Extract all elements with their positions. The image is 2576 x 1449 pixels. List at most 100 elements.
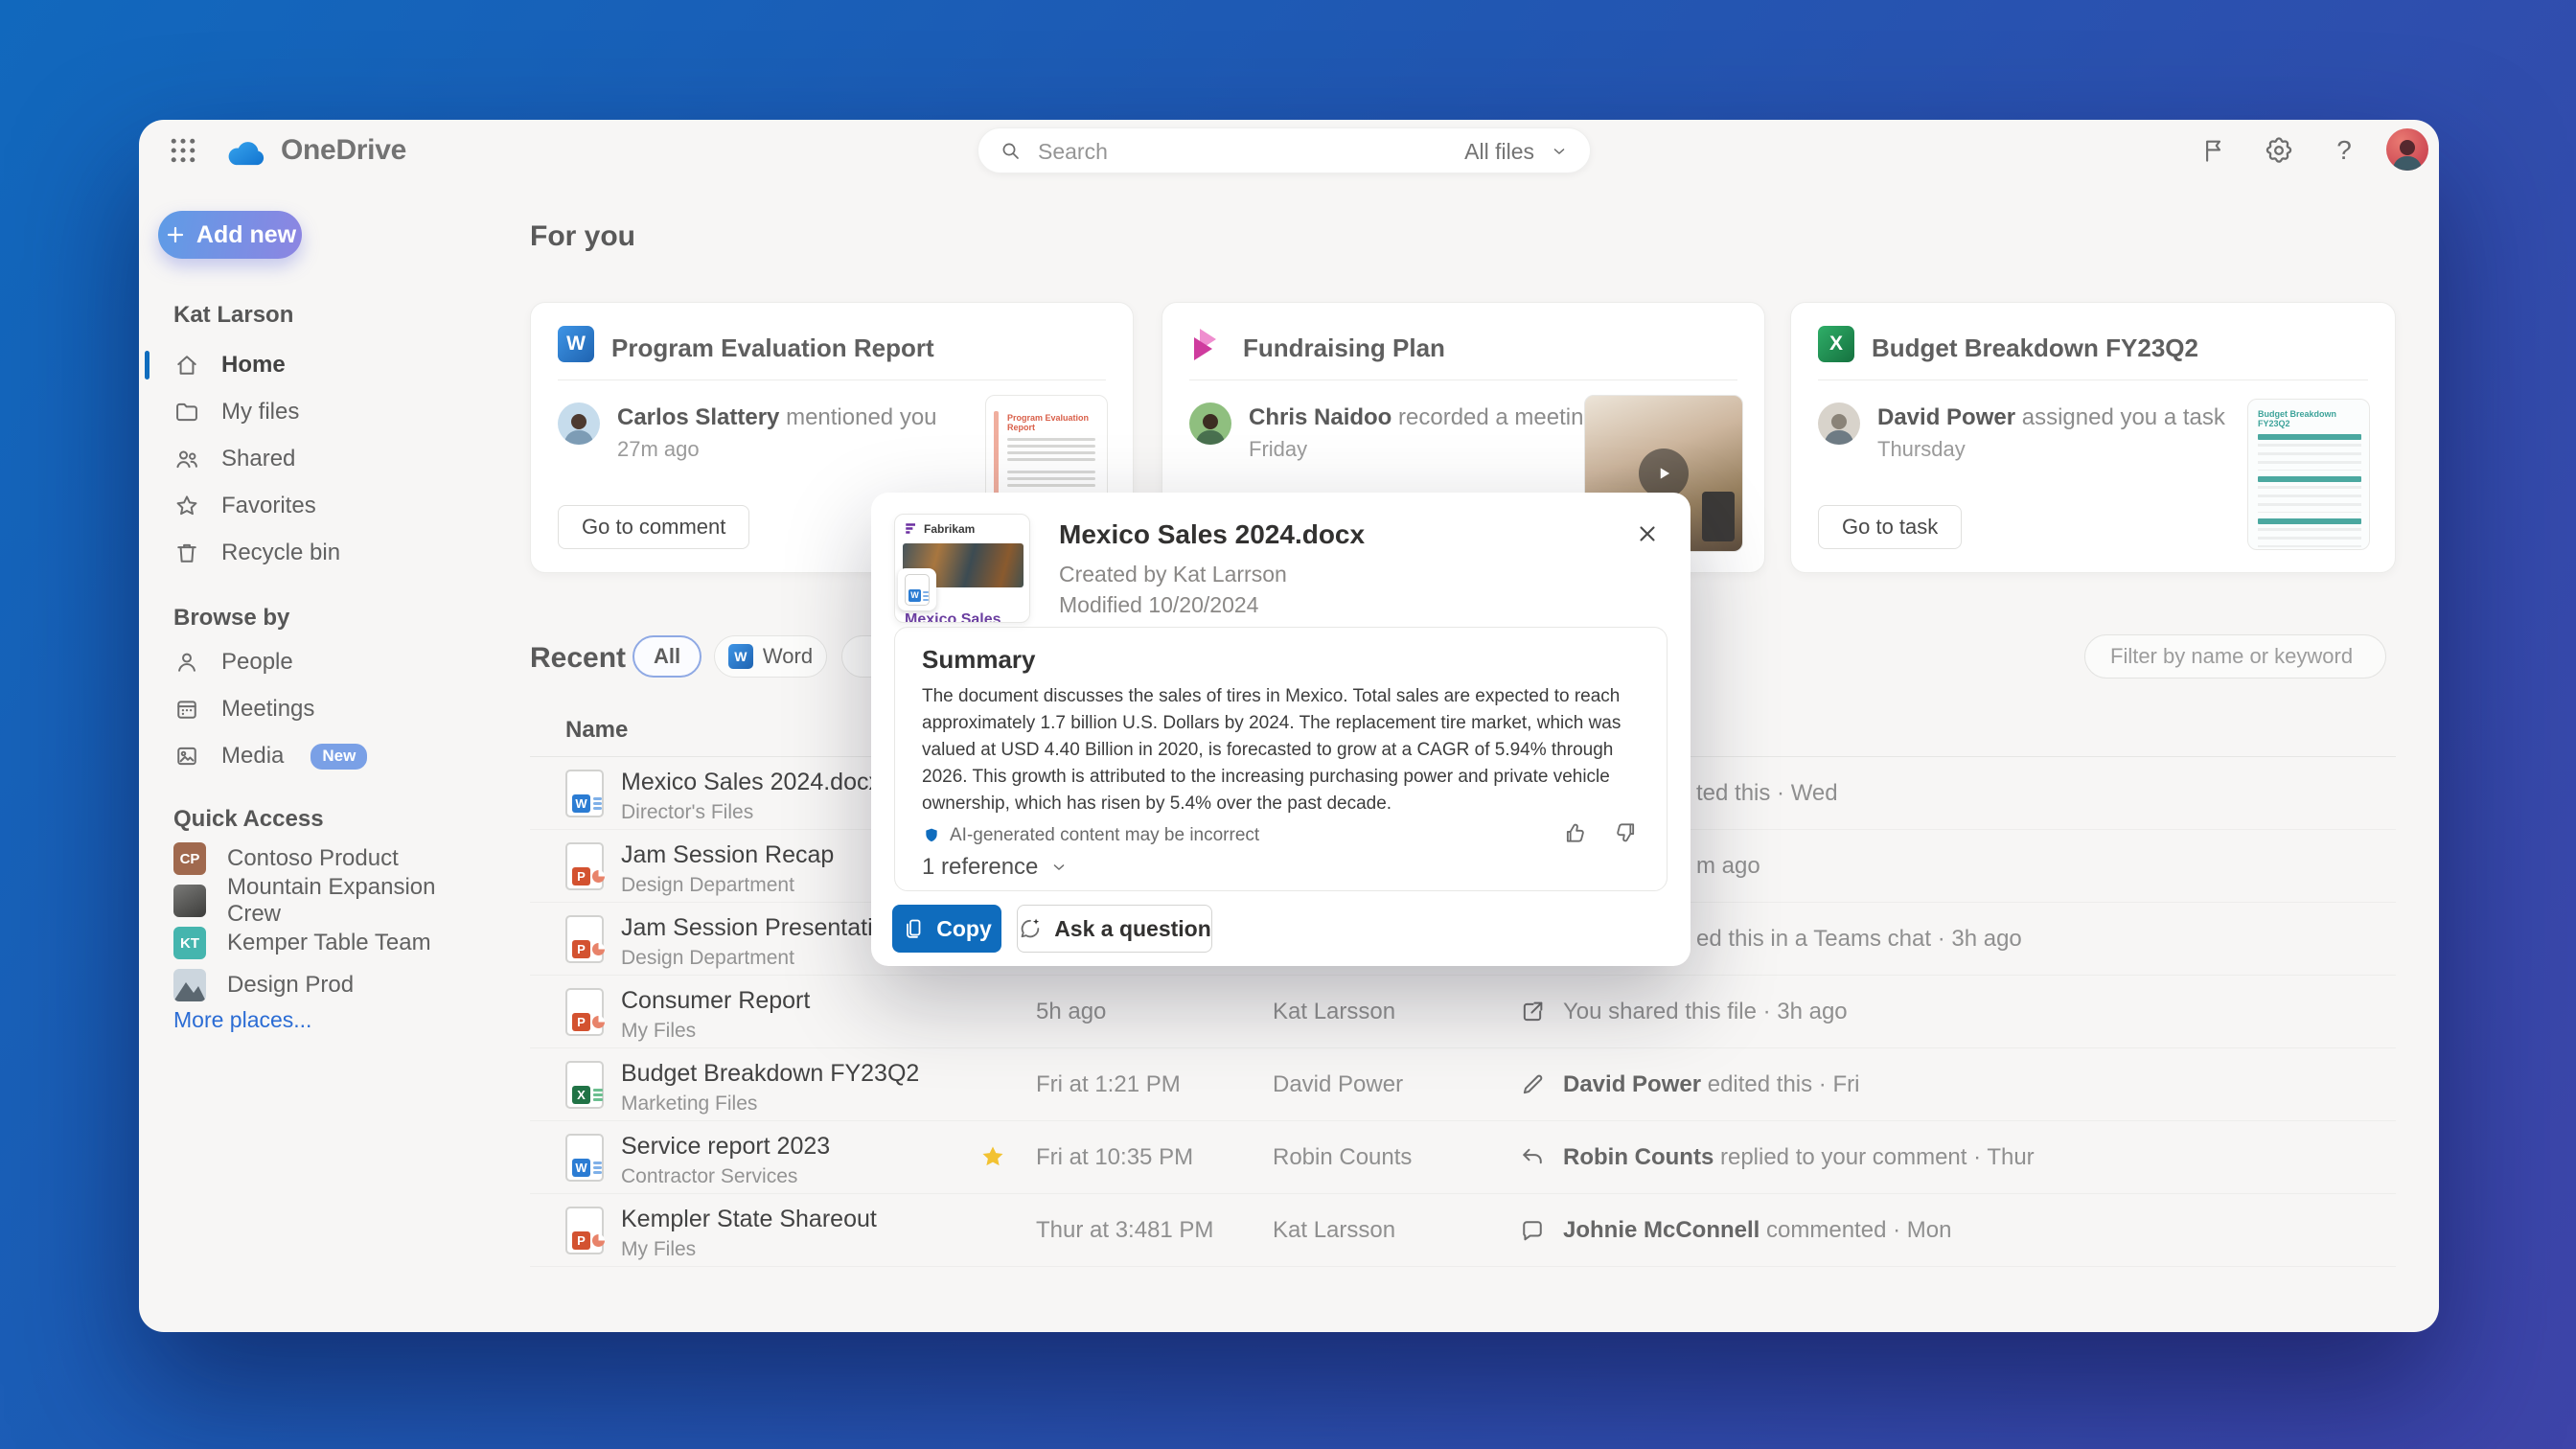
sidebar-item-kemper-table-team[interactable]: KT Kemper Table Team	[150, 923, 488, 963]
file-time: Thur at 3:481 PM	[1036, 1217, 1214, 1243]
word-icon: W	[558, 326, 594, 362]
file-name: Mexico Sales 2024.docx	[621, 769, 881, 795]
sidebar-item-meetings[interactable]: Meetings	[150, 686, 488, 732]
table-row-kempler-state-shareout[interactable]: P Kempler State Shareout My Files Thur at…	[530, 1194, 2396, 1267]
go-to-comment-button[interactable]: Go to comment	[558, 505, 750, 549]
onedrive-window: OneDrive Search All files ? Add new Kat …	[139, 120, 2439, 1332]
favorite-star-icon[interactable]	[978, 1142, 1007, 1171]
created-by-line: Created by Kat Larrson	[1059, 562, 1287, 586]
file-location: Marketing Files	[621, 1092, 758, 1115]
file-location: Contractor Services	[621, 1165, 798, 1187]
file-activity: ed this in a Teams chat · 3h ago	[1696, 926, 2022, 952]
close-icon[interactable]	[1631, 518, 1664, 550]
avatar	[1818, 402, 1860, 445]
card-activity-time: Thursday	[1877, 437, 1966, 461]
file-activity: You shared this file · 3h ago	[1519, 999, 1848, 1025]
brand-logo: Fabrikam	[904, 521, 975, 536]
file-activity: Johnie McConnell commented · Mon	[1519, 1217, 1951, 1244]
sidebar-item-contoso-product[interactable]: CP Contoso Product	[150, 839, 488, 879]
spreadsheet-preview-thumbnail: Budget Breakdown FY23Q2	[2247, 399, 2370, 550]
excel-file-icon: X	[565, 1061, 604, 1109]
excel-icon: X	[1818, 326, 1854, 362]
filter-pill-all[interactable]: All	[632, 635, 702, 678]
word-file-icon: W	[565, 1134, 604, 1182]
chevron-down-icon	[1550, 142, 1569, 161]
table-row-budget-breakdown[interactable]: X Budget Breakdown FY23Q2 Marketing Files…	[530, 1048, 2396, 1121]
edit-pencil-icon	[1519, 1071, 1546, 1098]
table-row-consumer-report[interactable]: P Consumer Report My Files 5h ago Kat Lar…	[530, 976, 2396, 1048]
file-location: Design Department	[621, 874, 794, 896]
file-activity: ted this · Wed	[1696, 780, 1838, 806]
play-icon	[1639, 448, 1689, 498]
card-activity-time: Friday	[1249, 437, 1308, 461]
reply-icon	[1519, 1144, 1546, 1171]
file-activity: David Power edited this · Fri	[1519, 1071, 1859, 1098]
search-input[interactable]: Search All files	[978, 127, 1591, 173]
plus-icon	[167, 226, 184, 243]
file-preview-thumbnail: Fabrikam W Mexico Sales	[894, 514, 1030, 623]
for-you-card-budget-breakdown[interactable]: X Budget Breakdown FY23Q2 David Power as…	[1790, 302, 2396, 573]
active-indicator	[145, 351, 150, 380]
filter-pill-word[interactable]: W Word	[714, 635, 827, 678]
filter-keyword-input[interactable]: Filter by name or keyword	[2084, 634, 2386, 678]
file-location: My Files	[621, 1020, 697, 1042]
account-avatar[interactable]	[2386, 128, 2428, 171]
file-location: My Files	[621, 1238, 697, 1260]
card-title: Budget Breakdown FY23Q2	[1872, 334, 2198, 362]
sidebar-item-shared[interactable]: Shared	[150, 436, 488, 482]
file-person: Kat Larsson	[1273, 1217, 1396, 1243]
file-time: Fri at 1:21 PM	[1036, 1071, 1181, 1097]
new-badge: New	[310, 743, 368, 770]
sidebar-item-design-prod[interactable]: Design Prod	[150, 965, 488, 1005]
card-title: Program Evaluation Report	[611, 334, 934, 362]
chat-sparkle-icon	[1018, 916, 1043, 941]
share-icon	[1519, 999, 1546, 1025]
sidebar-item-mountain-expansion-crew[interactable]: Mountain Expansion Crew	[150, 874, 488, 927]
sidebar-user-section-label: Kat Larson	[173, 302, 294, 328]
sidebar-item-favorites[interactable]: Favorites	[150, 483, 488, 529]
file-person: Kat Larsson	[1273, 999, 1396, 1024]
copy-button[interactable]: Copy	[892, 905, 1001, 953]
powerpoint-file-icon: P	[565, 915, 605, 963]
summary-heading: Summary	[922, 645, 1036, 674]
name-column-header[interactable]: Name	[565, 717, 628, 744]
add-new-button[interactable]: Add new	[158, 211, 302, 259]
sidebar-item-recycle-bin[interactable]: Recycle bin	[150, 530, 488, 576]
table-row-service-report[interactable]: W Service report 2023 Contractor Services…	[530, 1121, 2396, 1194]
file-name: Kempler State Shareout	[621, 1206, 877, 1232]
contoso-product-tile: CP	[173, 842, 206, 875]
feedback-flag-icon[interactable]	[2195, 131, 2233, 170]
search-scope-dropdown[interactable]: All files	[1464, 139, 1534, 165]
settings-gear-icon[interactable]	[2260, 131, 2298, 170]
ask-question-button[interactable]: Ask a question	[1017, 905, 1212, 953]
file-person: David Power	[1273, 1071, 1404, 1097]
powerpoint-file-icon: P	[565, 988, 605, 1036]
file-person: Robin Counts	[1273, 1144, 1413, 1170]
go-to-task-button[interactable]: Go to task	[1818, 505, 1963, 549]
summary-box: Summary The document discusses the sales…	[894, 627, 1668, 891]
more-places-link[interactable]: More places...	[173, 1007, 311, 1033]
powerpoint-file-icon: P	[565, 842, 605, 890]
home-icon	[173, 352, 200, 379]
sidebar-item-my-files[interactable]: My files	[150, 389, 488, 435]
file-location: Design Department	[621, 947, 794, 969]
file-time: Fri at 10:35 PM	[1036, 1144, 1194, 1170]
search-placeholder: Search	[1038, 139, 1108, 164]
avatar	[558, 402, 600, 445]
onedrive-logo-icon	[223, 135, 267, 168]
thumbs-down-icon[interactable]	[1611, 817, 1642, 848]
help-icon[interactable]: ?	[2325, 131, 2363, 170]
thumbnail-caption: Mexico Sales	[905, 611, 1001, 623]
file-name: Budget Breakdown FY23Q2	[621, 1060, 920, 1087]
sidebar-item-home[interactable]: Home	[145, 342, 488, 388]
star-icon	[173, 493, 200, 519]
person-icon	[173, 649, 200, 676]
file-location: Director's Files	[621, 801, 754, 823]
references-toggle[interactable]: 1 reference	[922, 854, 1069, 881]
thumbs-up-icon[interactable]	[1559, 817, 1590, 848]
mountain-crew-thumbnail	[173, 885, 206, 917]
app-launcher-icon[interactable]	[166, 133, 200, 168]
sidebar-item-people[interactable]: People	[150, 639, 488, 685]
file-activity: Robin Counts replied to your comment · T…	[1519, 1144, 2035, 1171]
sidebar-item-media[interactable]: Media New	[150, 733, 488, 779]
